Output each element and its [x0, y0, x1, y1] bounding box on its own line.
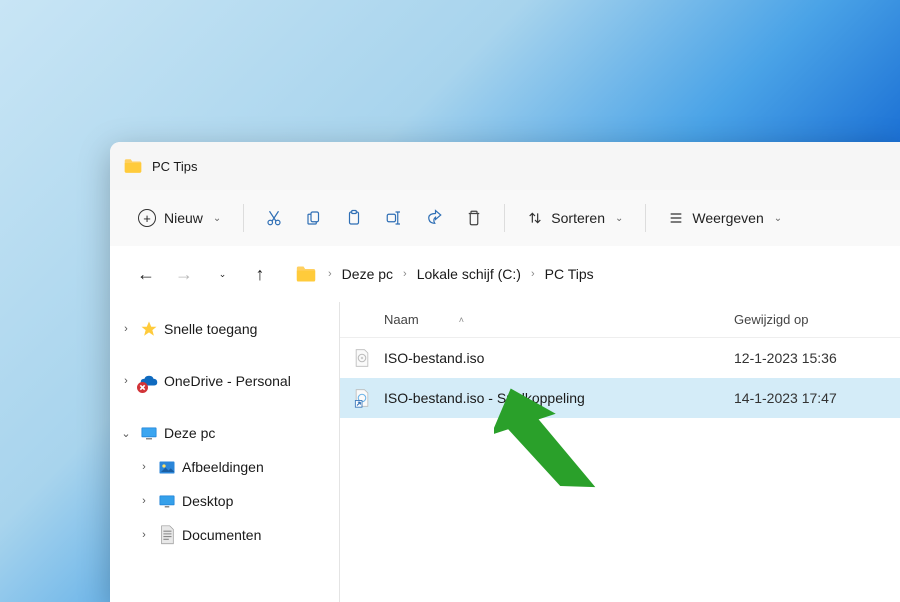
sidebar-item-pictures[interactable]: › Afbeeldingen	[110, 450, 339, 484]
sidebar-item-label: Documenten	[182, 527, 261, 543]
caret-icon: ›	[527, 268, 539, 280]
sidebar-quick-access[interactable]: › Snelle toegang	[110, 312, 339, 346]
documents-icon	[158, 526, 176, 544]
view-button[interactable]: Weergeven ⌄	[656, 200, 794, 236]
sidebar-item-documents[interactable]: › Documenten	[110, 518, 339, 552]
window-title: PC Tips	[152, 159, 198, 174]
sort-button[interactable]: Sorteren ⌄	[515, 200, 635, 236]
crumb-thispc[interactable]: Deze pc	[338, 262, 397, 286]
rename-icon	[385, 209, 403, 227]
pictures-icon	[158, 458, 176, 476]
chevron-down-icon: ⌄	[118, 427, 134, 440]
chevron-down-icon: ⌄	[213, 213, 221, 224]
column-headers[interactable]: Naam ˄ Gewijzigd op	[340, 302, 900, 338]
file-row[interactable]: ISO-bestand.iso - Snelkoppeling14-1-2023…	[340, 378, 900, 418]
folder-icon	[296, 265, 316, 283]
copy-icon	[305, 209, 323, 227]
view-label: Weergeven	[692, 210, 763, 226]
nav-recent[interactable]: ⌄	[204, 256, 240, 292]
paste-icon	[345, 209, 363, 227]
chevron-right-icon: ›	[136, 529, 152, 541]
trash-icon	[465, 209, 483, 227]
copy-button[interactable]	[294, 200, 334, 236]
sidebar-item-label: OneDrive - Personal	[164, 373, 291, 389]
sidebar-item-desktop[interactable]: › Desktop	[110, 484, 339, 518]
nav-row: ← → ⌄ ↑ › Deze pc › Lokale schijf (C:) ›…	[110, 246, 900, 302]
file-row[interactable]: ISO-bestand.iso12-1-2023 15:36	[340, 338, 900, 378]
plus-icon: +	[138, 209, 156, 227]
chevron-right-icon: ›	[118, 375, 134, 387]
file-rows: ISO-bestand.iso12-1-2023 15:36ISO-bestan…	[340, 338, 900, 418]
sidebar-item-label: Snelle toegang	[164, 321, 257, 337]
sort-indicator-icon: ˄	[459, 315, 464, 325]
cut-button[interactable]	[254, 200, 294, 236]
view-icon	[668, 210, 684, 226]
sidebar: › Snelle toegang › OneDrive - Personal ⌄	[110, 302, 340, 602]
separator	[504, 204, 505, 232]
file-name: ISO-bestand.iso - Snelkoppeling	[384, 390, 730, 406]
rename-button[interactable]	[374, 200, 414, 236]
breadcrumb[interactable]: › Deze pc › Lokale schijf (C:) › PC Tips	[296, 262, 598, 286]
file-icon	[340, 348, 384, 368]
file-date: 14-1-2023 17:47	[730, 390, 900, 406]
crumb-drive[interactable]: Lokale schijf (C:)	[413, 262, 525, 286]
caret-icon: ›	[399, 268, 411, 280]
sort-label: Sorteren	[551, 210, 605, 226]
file-name: ISO-bestand.iso	[384, 350, 730, 366]
cloud-icon	[140, 372, 158, 390]
new-button[interactable]: + Nieuw ⌄	[126, 200, 233, 236]
nav-forward[interactable]: →	[166, 256, 202, 292]
file-date: 12-1-2023 15:36	[730, 350, 900, 366]
sidebar-item-label: Desktop	[182, 493, 233, 509]
cut-icon	[265, 209, 283, 227]
star-icon	[140, 320, 158, 338]
shortcut-file-icon	[340, 388, 384, 408]
chevron-down-icon: ⌄	[774, 213, 782, 224]
explorer-window: PC Tips + Nieuw ⌄ Sorteren	[110, 142, 900, 602]
sidebar-item-label: Deze pc	[164, 425, 215, 441]
sidebar-item-label: Afbeeldingen	[182, 459, 264, 475]
crumb-folder[interactable]: PC Tips	[541, 262, 598, 286]
new-label: Nieuw	[164, 210, 203, 226]
sort-icon	[527, 210, 543, 226]
chevron-right-icon: ›	[136, 495, 152, 507]
chevron-right-icon: ›	[118, 323, 134, 335]
paste-button[interactable]	[334, 200, 374, 236]
sidebar-onedrive[interactable]: › OneDrive - Personal	[110, 364, 339, 398]
monitor-icon	[140, 424, 158, 442]
separator	[243, 204, 244, 232]
toolbar: + Nieuw ⌄ Sorteren ⌄	[110, 190, 900, 246]
chevron-down-icon: ⌄	[615, 213, 623, 224]
folder-icon	[124, 158, 142, 174]
share-button[interactable]	[414, 200, 454, 236]
delete-button[interactable]	[454, 200, 494, 236]
dropdown-icon[interactable]: ›	[324, 268, 336, 280]
share-icon	[425, 209, 443, 227]
nav-up[interactable]: ↑	[242, 256, 278, 292]
chevron-right-icon: ›	[136, 461, 152, 473]
nav-back[interactable]: ←	[128, 256, 164, 292]
file-list: Naam ˄ Gewijzigd op ISO-bestand.iso12-1-…	[340, 302, 900, 602]
col-modified-header[interactable]: Gewijzigd op	[730, 312, 900, 327]
separator	[645, 204, 646, 232]
desktop-icon	[158, 492, 176, 510]
titlebar[interactable]: PC Tips	[110, 142, 900, 190]
sidebar-this-pc[interactable]: ⌄ Deze pc	[110, 416, 339, 450]
body: › Snelle toegang › OneDrive - Personal ⌄	[110, 302, 900, 602]
col-name-header[interactable]: Naam	[384, 312, 419, 327]
